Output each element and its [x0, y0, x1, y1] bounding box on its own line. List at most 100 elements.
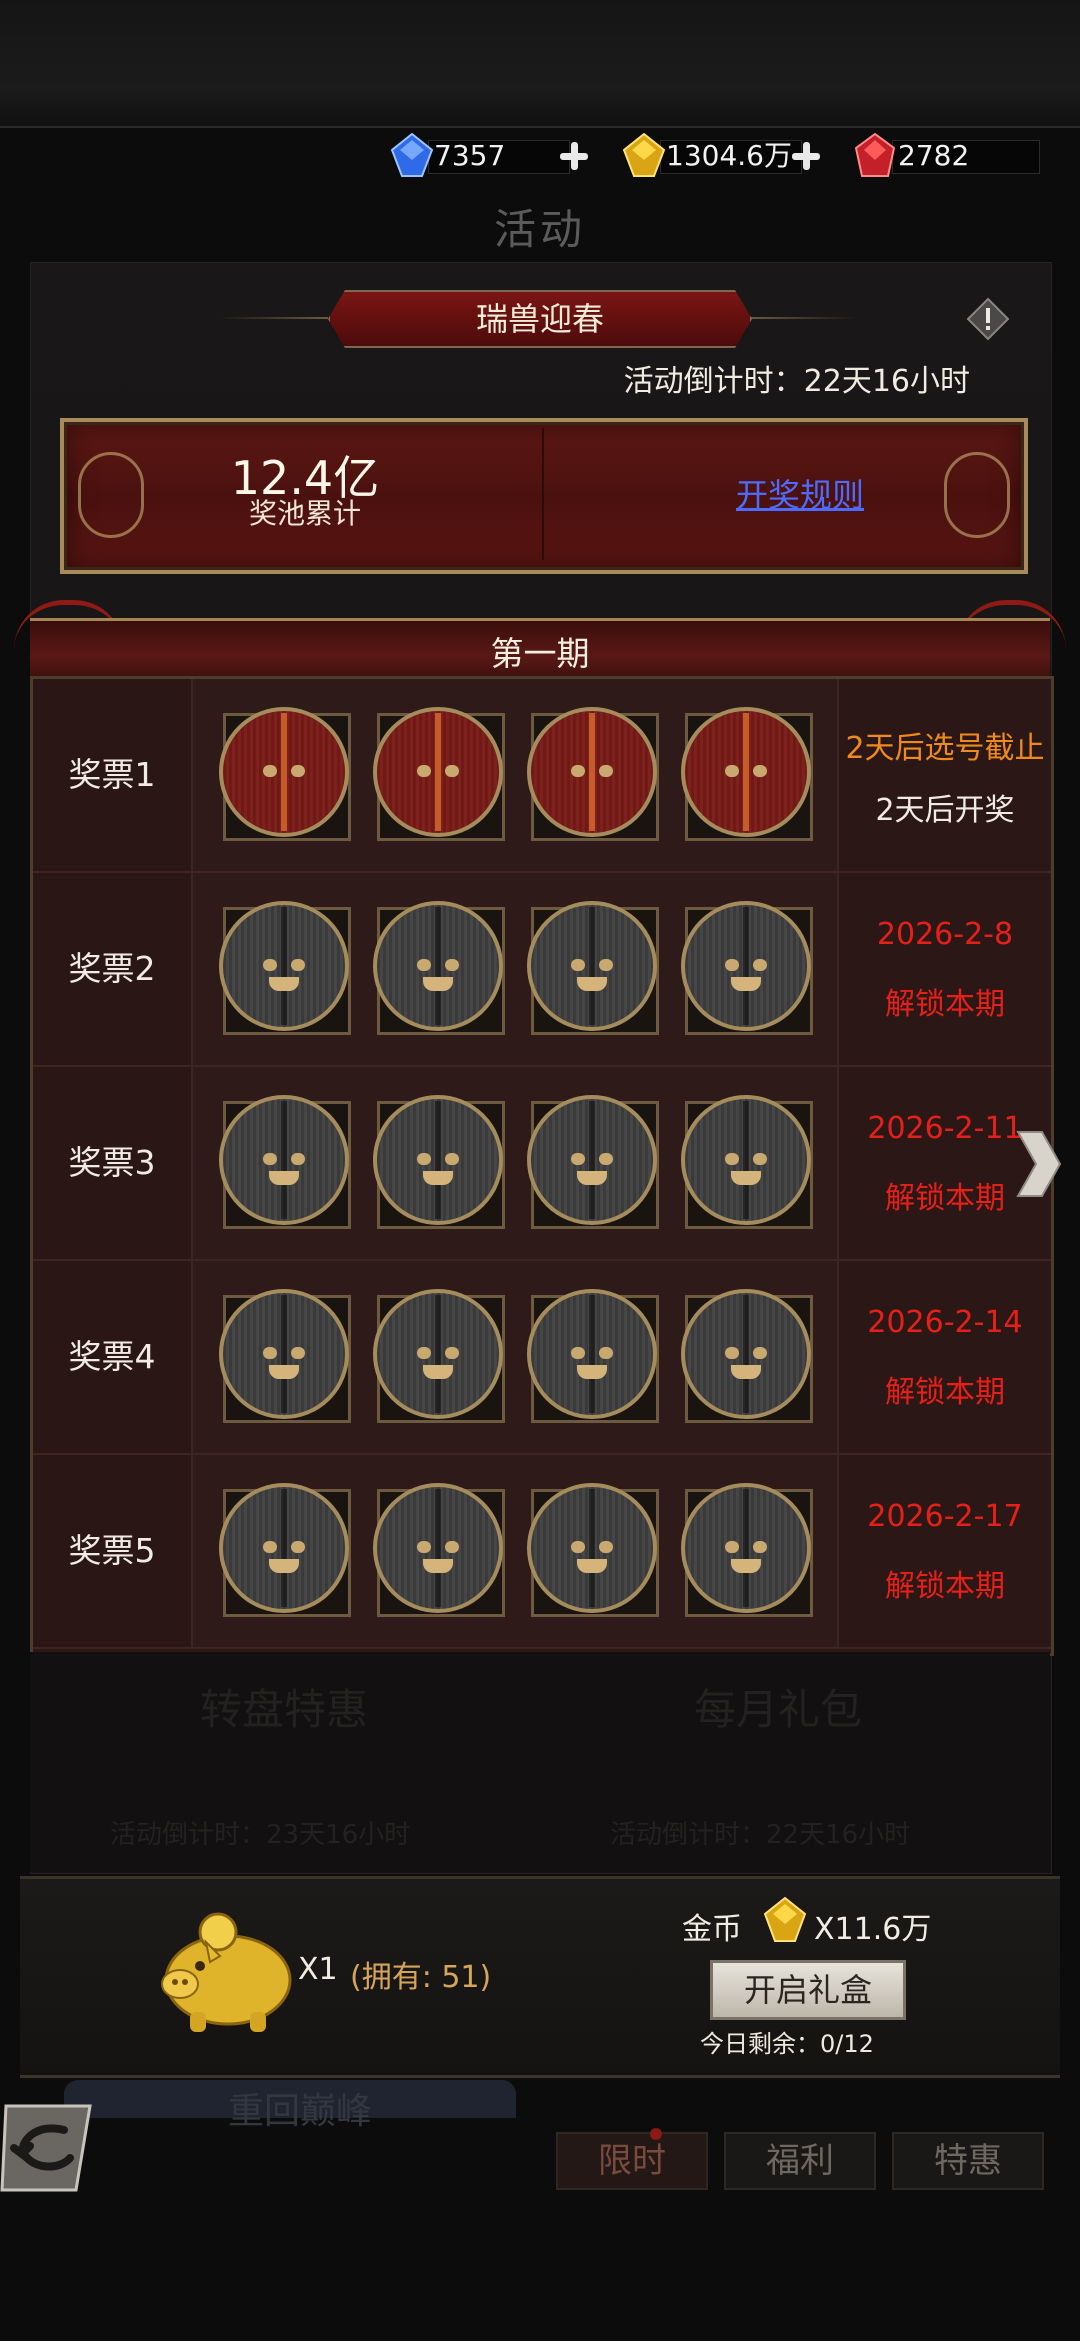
ticket-label: 奖票3: [33, 1067, 193, 1259]
info-icon[interactable]: [966, 297, 1010, 341]
bg-activity-countdown: 活动倒计时：23天16小时: [110, 1820, 411, 1850]
lock-icon: [423, 1559, 453, 1573]
gift-item-count: X1: [298, 1952, 338, 1987]
ticket-label: 奖票5: [33, 1455, 193, 1647]
diamond-value: 7357: [434, 139, 506, 172]
lock-icon: [269, 1559, 299, 1573]
number-slot[interactable]: [373, 705, 505, 845]
lock-icon: [577, 977, 607, 991]
ticket-slots: [193, 679, 839, 871]
diamond-icon: [390, 132, 434, 177]
number-slot[interactable]: [219, 705, 351, 845]
next-page-arrow-icon[interactable]: [1012, 1128, 1062, 1200]
reward-coin-label: 金币: [682, 1912, 742, 1947]
period-title: 第一期: [490, 634, 590, 673]
ticket-row: 奖票5 2026-2-17 解锁本期: [33, 1455, 1051, 1649]
lock-icon: [731, 977, 761, 991]
title-right-line: [748, 317, 858, 319]
ticket-row: 奖票4 2026-2-14 解锁本期: [33, 1261, 1051, 1455]
right-ornament: [944, 452, 1010, 538]
locked-slot: [527, 1287, 659, 1427]
ticket-slots: [193, 873, 839, 1065]
ticket-label: 奖票2: [33, 873, 193, 1065]
background-activities: 转盘特惠 活动倒计时：23天16小时 每月礼包 活动倒计时：22天16小时: [30, 1652, 1050, 1872]
return-to-peak-label: 重回巅峰: [227, 2091, 372, 2132]
event-title-banner: 瑞兽迎春: [218, 290, 858, 348]
back-arrow-icon[interactable]: [0, 2100, 96, 2196]
pool-divider: [542, 428, 544, 560]
lock-icon: [731, 1365, 761, 1379]
add-diamond-icon[interactable]: [558, 140, 590, 172]
ticket-row: 奖票2 2026-2-8 解锁本期: [33, 873, 1051, 1067]
daily-remaining: 今日剩余：0/12: [700, 2030, 874, 2058]
ruby-icon: [854, 132, 896, 177]
bg-activity-title: 转盘特惠: [200, 1685, 369, 1734]
ticket-table: 奖票1 2天后选号截止 2天后开奖 奖票2 2026-2-8 解锁本期 奖票3: [30, 676, 1054, 1656]
ticket-label: 奖票1: [33, 679, 193, 871]
locked-slot: [373, 1093, 505, 1233]
unlock-date: 2026-2-17: [867, 1499, 1023, 1534]
unlock-label: 解锁本期: [885, 1569, 1005, 1604]
ruby-currency: 2782: [852, 132, 1042, 177]
draw-time: 2天后开奖: [875, 793, 1015, 828]
locked-slot: [219, 1093, 351, 1233]
lock-icon: [731, 1559, 761, 1573]
lock-icon: [423, 1365, 453, 1379]
selection-deadline: 2天后选号截止: [845, 731, 1045, 766]
locked-slot: [219, 1287, 351, 1427]
gold-coin-icon: [763, 1896, 807, 1942]
ruby-value: 2782: [898, 139, 970, 172]
lock-icon: [269, 977, 299, 991]
number-slot[interactable]: [681, 705, 813, 845]
top-status-area: [0, 0, 1080, 128]
gold-value: 1304.6万: [666, 139, 792, 172]
locked-slot: [373, 1287, 505, 1427]
ticket-status: 2天后选号截止 2天后开奖: [839, 679, 1051, 871]
locked-slot: [681, 1287, 813, 1427]
locked-slot: [527, 899, 659, 1039]
ticket-status: 2026-2-14 解锁本期: [839, 1261, 1051, 1453]
ticket-slots: [193, 1067, 839, 1259]
period-header: 第一期: [30, 618, 1050, 679]
page-title: 活动: [493, 205, 586, 254]
ticket-slots: [193, 1261, 839, 1453]
add-gold-icon[interactable]: [790, 140, 822, 172]
locked-slot: [373, 899, 505, 1039]
locked-slot: [527, 1481, 659, 1621]
gift-owned-count: (拥有: 51): [350, 1960, 492, 1995]
lock-icon: [423, 1171, 453, 1185]
lock-icon: [577, 1559, 607, 1573]
gold-icon: [622, 132, 666, 177]
golden-pig-icon: [161, 1912, 292, 2032]
reward-coin-amount: X11.6万: [814, 1912, 932, 1947]
lock-icon: [577, 1171, 607, 1185]
unlock-label: 解锁本期: [885, 1375, 1005, 1410]
diamond-currency: 7357: [388, 132, 608, 177]
lock-icon: [577, 1365, 607, 1379]
ticket-slots: [193, 1455, 839, 1647]
notification-dot: [650, 2128, 662, 2140]
locked-slot: [681, 1093, 813, 1233]
event-title: 瑞兽迎春: [328, 290, 752, 348]
lock-icon: [269, 1365, 299, 1379]
ticket-row: 奖票1 2天后选号截止 2天后开奖: [33, 679, 1051, 873]
open-gift-box-button[interactable]: 开启礼盒: [710, 1960, 906, 2020]
ticket-status: 2026-2-8 解锁本期: [839, 873, 1051, 1065]
ticket-row: 奖票3 2026-2-11 解锁本期: [33, 1067, 1051, 1261]
tab-limited[interactable]: 限时: [556, 2132, 708, 2190]
unlock-date: 2026-2-8: [876, 917, 1014, 952]
locked-slot: [681, 899, 813, 1039]
pool-label: 奖池累计: [248, 497, 361, 530]
tab-welfare[interactable]: 福利: [724, 2132, 876, 2190]
draw-rules-link[interactable]: 开奖规则: [700, 470, 900, 516]
bg-activity-countdown: 活动倒计时：22天16小时: [610, 1820, 911, 1850]
tab-special-offer[interactable]: 特惠: [892, 2132, 1044, 2190]
locked-slot: [681, 1481, 813, 1621]
title-left-line: [218, 317, 328, 319]
ticket-status: 2026-2-17 解锁本期: [839, 1455, 1051, 1647]
locked-slot: [527, 1093, 659, 1233]
number-slot[interactable]: [527, 705, 659, 845]
locked-slot: [219, 899, 351, 1039]
lock-icon: [731, 1171, 761, 1185]
locked-slot: [373, 1481, 505, 1621]
